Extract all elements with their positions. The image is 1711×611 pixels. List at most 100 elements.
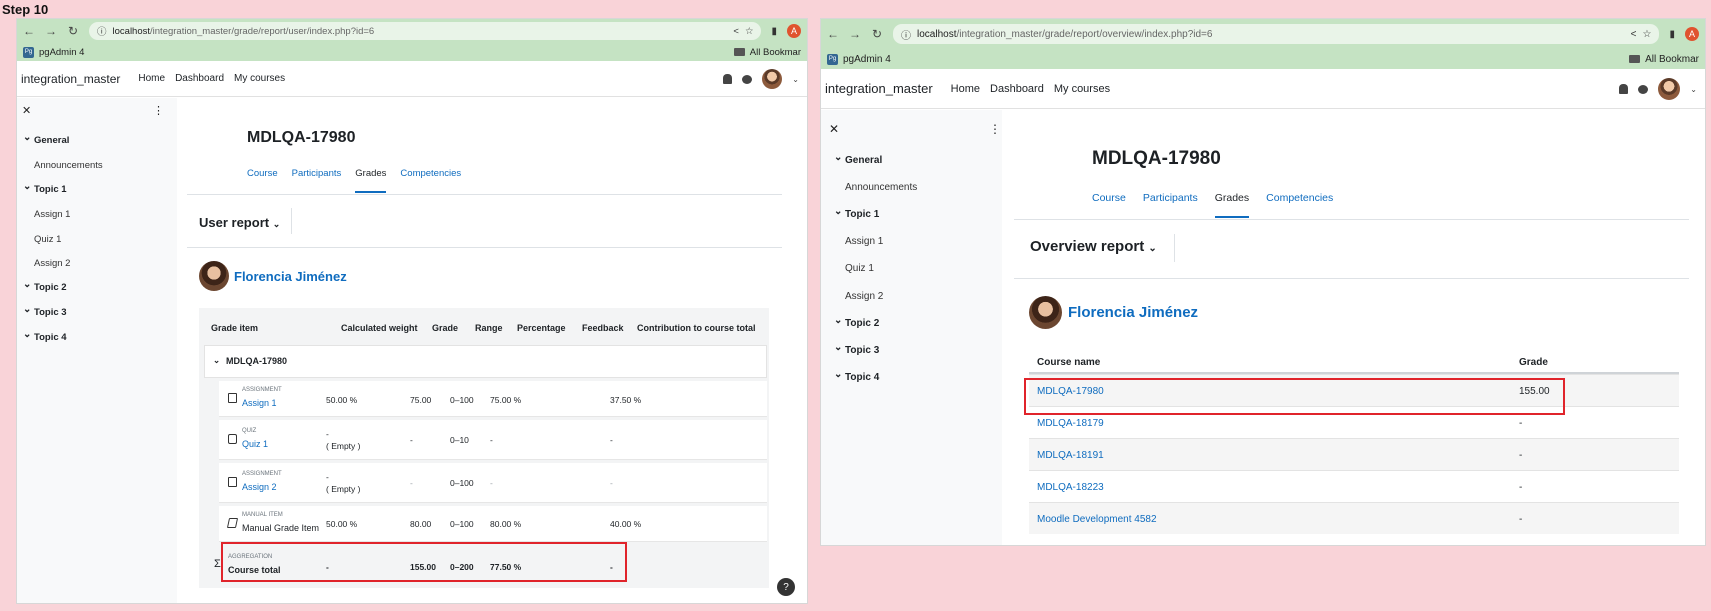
reload-icon[interactable]: ↻ xyxy=(871,27,883,41)
cell-range: 0–100 xyxy=(450,395,474,405)
sidebar-section-topic-2[interactable]: Topic 2 xyxy=(23,279,66,293)
nav-dashboard[interactable]: Dashboard xyxy=(175,73,224,84)
chat-icon[interactable] xyxy=(742,74,753,84)
user-menu-avatar[interactable] xyxy=(1658,78,1681,100)
profile-avatar[interactable]: A xyxy=(1685,27,1699,41)
sidebar-item-announcements[interactable]: Announcements xyxy=(34,160,103,171)
bookmark-pgadmin[interactable]: Pg pgAdmin 4 xyxy=(23,46,84,58)
user-name-link[interactable]: Florencia Jiménez xyxy=(1068,304,1198,321)
main-region: MDLQA-17980 Course Participants Grades C… xyxy=(177,98,807,603)
col-grade-item: Grade item xyxy=(211,323,259,333)
bell-icon[interactable] xyxy=(1619,84,1629,94)
sidebar-section-topic-3[interactable]: Topic 3 xyxy=(834,342,879,356)
report-selector[interactable]: User report ⌄ xyxy=(199,215,280,230)
chat-icon[interactable] xyxy=(1638,84,1649,94)
course-link[interactable]: MDLQA-18179 xyxy=(1037,418,1104,429)
sidebar-item-announcements[interactable]: Announcements xyxy=(845,182,917,193)
cell-range: 0–10 xyxy=(450,435,469,445)
nav-my-courses[interactable]: My courses xyxy=(234,73,285,84)
sidepanel-icon[interactable]: ▮ xyxy=(1669,29,1675,40)
star-icon[interactable]: ☆ xyxy=(745,26,754,37)
close-icon[interactable]: ✕ xyxy=(22,104,31,117)
nav-my-courses[interactable]: My courses xyxy=(1054,83,1110,95)
user-name-link[interactable]: Florencia Jiménez xyxy=(234,269,347,284)
item-link-assign-2[interactable]: Assign 2 xyxy=(242,482,277,492)
course-index-drawer: ✕ ⋮ General Announcements Topic 1 Assign… xyxy=(17,98,177,603)
forward-icon[interactable]: → xyxy=(45,24,57,38)
kebab-menu-icon[interactable]: ⋮ xyxy=(153,104,164,117)
sidebar-item-quiz-1[interactable]: Quiz 1 xyxy=(845,263,874,274)
sidebar-section-topic-3[interactable]: Topic 3 xyxy=(23,304,66,318)
user-heading: Florencia Jiménez xyxy=(199,261,347,291)
chevron-down-icon[interactable]: ⌄ xyxy=(792,75,799,84)
sidebar-item-quiz-1[interactable]: Quiz 1 xyxy=(34,234,61,245)
url-field[interactable]: ⓘ localhost/integration_master/grade/rep… xyxy=(893,24,1660,44)
tab-course[interactable]: Course xyxy=(247,168,278,193)
close-icon[interactable]: ✕ xyxy=(829,122,839,136)
share-icon[interactable]: < xyxy=(733,26,739,37)
forward-icon[interactable]: → xyxy=(849,27,861,41)
url-path: /integration_master/grade/report/user/in… xyxy=(150,25,375,37)
tab-grades[interactable]: Grades xyxy=(1214,192,1250,218)
tab-participants[interactable]: Participants xyxy=(292,168,342,193)
sidebar-item-assign-1[interactable]: Assign 1 xyxy=(845,236,883,247)
reload-icon[interactable]: ↻ xyxy=(67,24,79,38)
course-link[interactable]: MDLQA-18191 xyxy=(1037,450,1104,461)
sidebar-section-topic-4[interactable]: Topic 4 xyxy=(834,369,879,383)
all-bookmarks[interactable]: All Bookmar xyxy=(733,47,801,58)
sidebar-item-assign-1[interactable]: Assign 1 xyxy=(34,209,70,220)
sidebar-section-general[interactable]: General xyxy=(23,132,70,146)
item-link-quiz-1[interactable]: Quiz 1 xyxy=(242,439,268,449)
course-grade: - xyxy=(1519,418,1523,429)
sidebar-section-topic-1[interactable]: Topic 1 xyxy=(23,181,66,195)
url-field[interactable]: ⓘ localhost/integration_master/grade/rep… xyxy=(89,22,762,40)
course-link[interactable]: Moodle Development 4582 xyxy=(1037,514,1157,525)
share-icon[interactable]: < xyxy=(1631,29,1637,40)
site-name[interactable]: integration_master xyxy=(21,72,120,86)
sidebar-section-topic-4[interactable]: Topic 4 xyxy=(23,329,66,343)
report-selector[interactable]: Overview report ⌄ xyxy=(1030,238,1157,255)
star-icon[interactable]: ☆ xyxy=(1643,29,1652,40)
sidepanel-icon[interactable]: ▮ xyxy=(771,26,777,37)
cell-range: 0–100 xyxy=(450,519,474,529)
sidebar-section-topic-2[interactable]: Topic 2 xyxy=(834,315,879,329)
chevron-down-icon[interactable]: ⌄ xyxy=(213,355,220,366)
help-button[interactable]: ? xyxy=(777,578,795,596)
nav-dashboard[interactable]: Dashboard xyxy=(990,83,1044,95)
tab-competencies[interactable]: Competencies xyxy=(400,168,461,193)
tab-grades[interactable]: Grades xyxy=(355,168,387,193)
nav-home[interactable]: Home xyxy=(951,83,980,95)
kebab-menu-icon[interactable]: ⋮ xyxy=(989,122,1001,136)
sidebar-section-topic-1[interactable]: Topic 1 xyxy=(834,206,879,220)
category-row: ⌄ MDLQA-17980 xyxy=(204,345,767,378)
cell-weight-note: ( Empty ) xyxy=(326,441,361,451)
col-range: Range xyxy=(475,323,503,333)
sidebar-section-general[interactable]: General xyxy=(834,152,882,166)
all-bookmarks[interactable]: All Bookmar xyxy=(1629,54,1699,65)
course-link[interactable]: MDLQA-18223 xyxy=(1037,482,1104,493)
moodle-navbar: integration_master Home Dashboard My cou… xyxy=(17,61,807,97)
site-name[interactable]: integration_master xyxy=(825,81,933,96)
sidebar-item-assign-2[interactable]: Assign 2 xyxy=(34,258,70,269)
course-title: MDLQA-17980 xyxy=(247,129,356,146)
back-icon[interactable]: ← xyxy=(827,27,839,41)
cell-weight: 50.00 % xyxy=(326,519,358,529)
col-course-name: Course name xyxy=(1037,357,1101,368)
nav-home[interactable]: Home xyxy=(138,73,165,84)
bookmark-pgadmin[interactable]: Pg pgAdmin 4 xyxy=(827,53,891,65)
item-link-assign-1[interactable]: Assign 1 xyxy=(242,398,277,408)
sidebar-item-assign-2[interactable]: Assign 2 xyxy=(845,291,883,302)
col-grade: Grade xyxy=(1519,357,1548,368)
profile-avatar[interactable]: A xyxy=(787,24,801,38)
user-menu-avatar[interactable] xyxy=(762,69,783,89)
tab-competencies[interactable]: Competencies xyxy=(1266,192,1333,218)
chevron-down-icon[interactable]: ⌄ xyxy=(1690,85,1697,94)
quiz-icon xyxy=(228,434,237,444)
report-divider xyxy=(1014,278,1689,279)
table-row: QUIZ Quiz 1 - ( Empty ) - 0–10 - - xyxy=(219,420,767,460)
tab-participants[interactable]: Participants xyxy=(1143,192,1198,218)
bell-icon[interactable] xyxy=(723,74,733,84)
back-icon[interactable]: ← xyxy=(23,24,35,38)
cell-weight: - xyxy=(326,472,329,482)
tab-course[interactable]: Course xyxy=(1092,192,1126,218)
